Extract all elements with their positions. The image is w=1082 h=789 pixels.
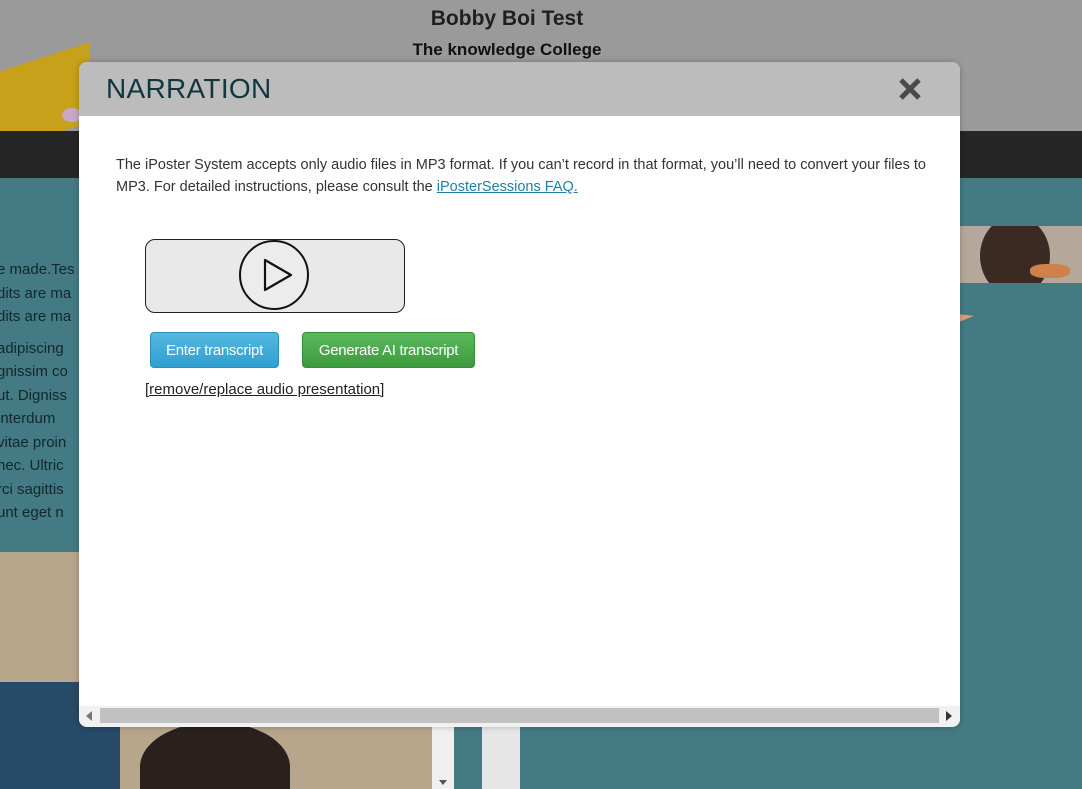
remove-replace-audio-link[interactable]: [remove/replace audio presentation] [145,381,384,398]
modal-header: NARRATION [79,62,960,116]
enter-transcript-button[interactable]: Enter transcript [150,332,279,368]
faq-link[interactable]: iPosterSessions FAQ. [437,179,578,195]
horizontal-scrollbar[interactable] [79,706,960,727]
audio-player [145,239,405,313]
close-icon[interactable] [895,72,925,104]
play-icon [263,258,293,292]
modal-title: NARRATION [106,73,272,104]
generate-ai-transcript-button[interactable]: Generate AI transcript [302,332,475,368]
narration-modal: NARRATION The iPoster System accepts onl… [79,62,960,727]
play-button[interactable] [239,240,309,310]
modal-description: The iPoster System accepts only audio fi… [116,154,928,198]
scroll-left-arrow-icon[interactable] [86,711,92,721]
scrollbar-thumb[interactable] [100,708,939,723]
scroll-right-arrow-icon[interactable] [946,711,952,721]
